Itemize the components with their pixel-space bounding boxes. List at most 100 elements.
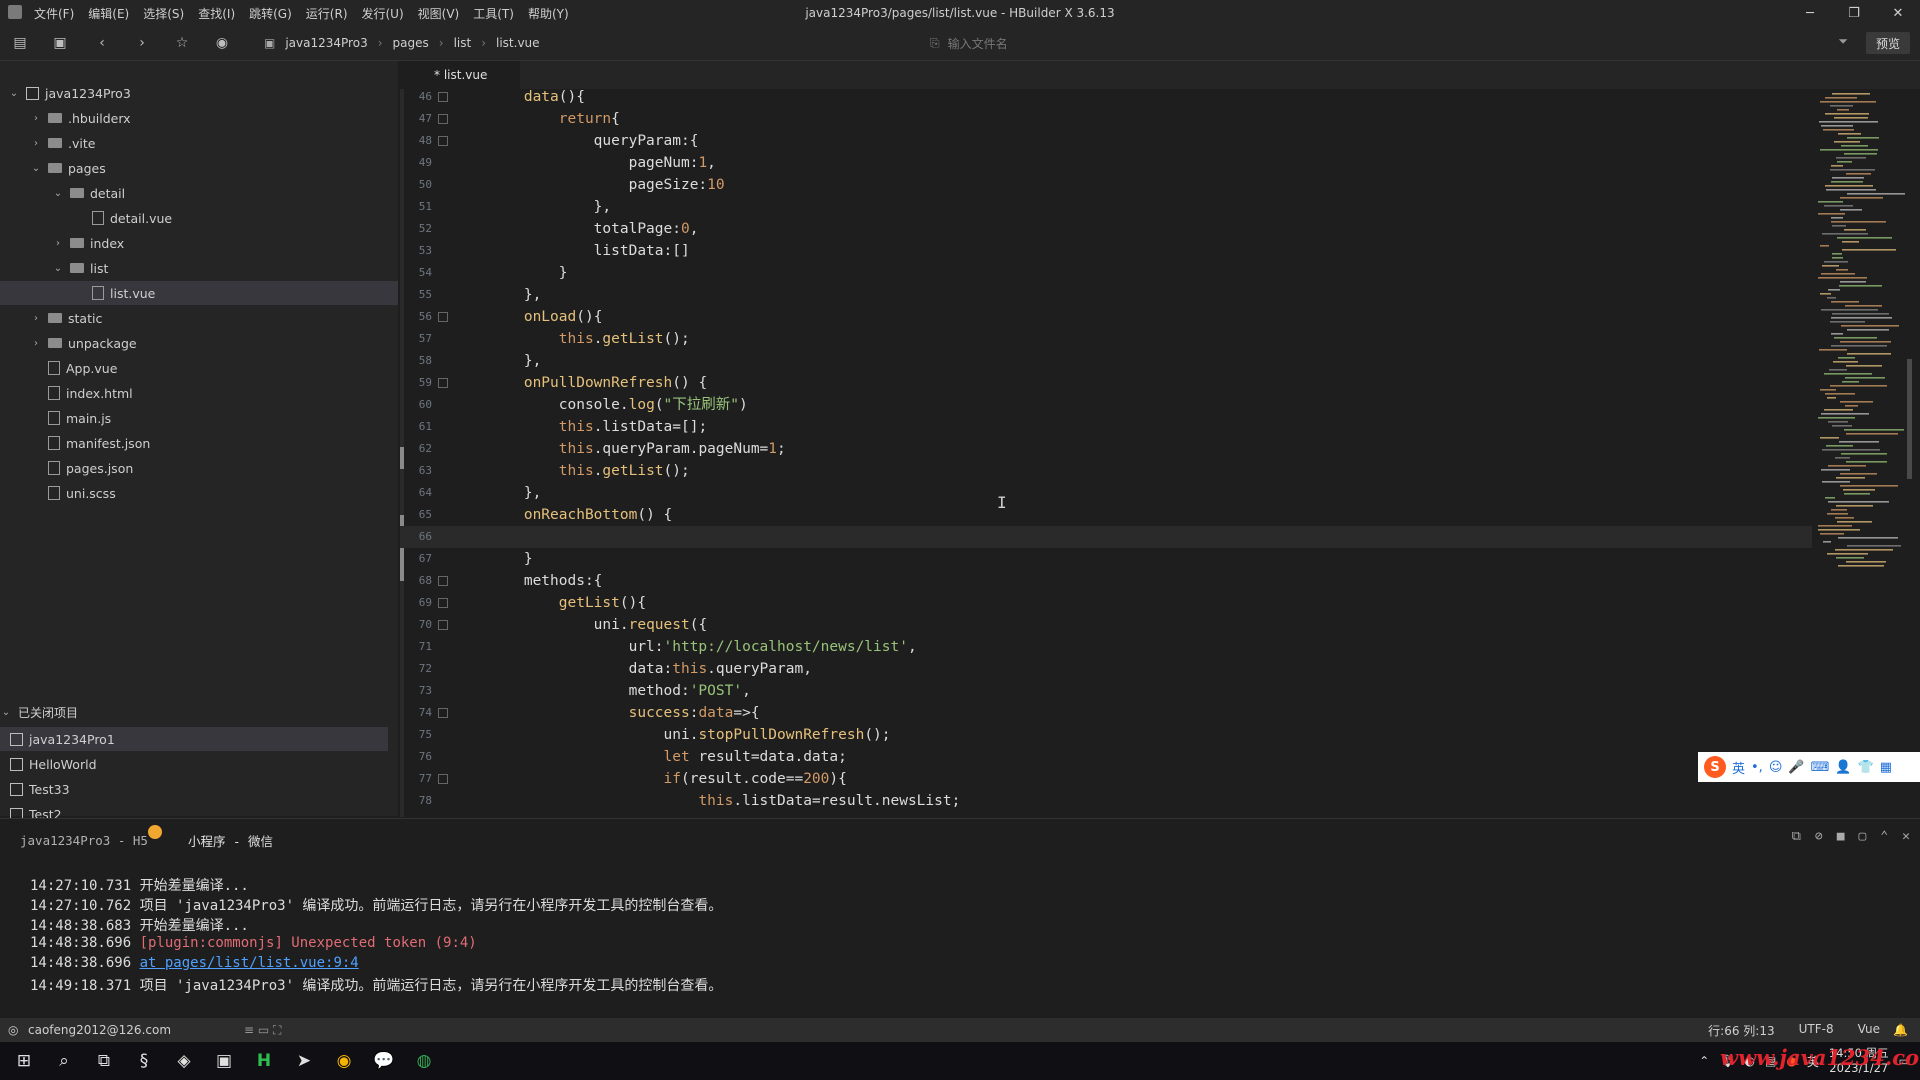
closed-project-item[interactable]: HelloWorld: [0, 752, 97, 776]
menu-item[interactable]: 工具(T): [473, 5, 514, 22]
run-icon[interactable]: ◉: [212, 33, 232, 53]
close-icon[interactable]: ✕: [1876, 0, 1920, 26]
status-user[interactable]: caofeng2012@126.com: [28, 1023, 171, 1037]
folder-item[interactable]: ⌄ pages: [30, 156, 106, 180]
grid-icon[interactable]: ▦: [1880, 760, 1892, 775]
back-arrow-icon[interactable]: ‹: [92, 33, 112, 53]
menu-item[interactable]: 发行(U): [362, 5, 404, 22]
fold-toggle-icon[interactable]: [438, 378, 448, 388]
fold-toggle-icon[interactable]: [438, 114, 448, 124]
emoji-icon[interactable]: ☺: [1769, 760, 1783, 775]
file-item[interactable]: index.html: [30, 381, 133, 405]
preview-button[interactable]: 预览: [1866, 32, 1910, 54]
user-icon[interactable]: 👤: [1835, 760, 1851, 775]
filter-icon[interactable]: ⏷: [1838, 34, 1848, 49]
log-line[interactable]: 14:48:38.696 at pages/list/list.vue:9:4: [30, 955, 359, 971]
fold-toggle-icon[interactable]: [438, 620, 448, 630]
project-item[interactable]: ⌄ java1234Pro3: [8, 81, 131, 105]
code-editor[interactable]: 46 data(){47 return{48 queryParam:{49 pa…: [400, 89, 1812, 817]
app-arrow-icon[interactable]: ➤: [284, 1042, 324, 1080]
file-item[interactable]: list.vue: [0, 281, 398, 305]
fold-toggle-icon[interactable]: [438, 136, 448, 146]
folder-item[interactable]: › .vite: [30, 131, 95, 155]
input-method-toolbar[interactable]: S 英 •, ☺ 🎤 ⌨ 👤 👕 ▦: [1698, 752, 1920, 782]
cursor-position[interactable]: 行:66 列:13: [1708, 1022, 1774, 1039]
vertical-scrollbar[interactable]: [1907, 359, 1912, 479]
menu-item[interactable]: 帮助(Y): [528, 5, 569, 22]
new-file-icon[interactable]: ▤: [10, 33, 30, 53]
folder-item[interactable]: ⌄ list: [52, 256, 109, 280]
notification-bell-icon[interactable]: 🔔: [1893, 1023, 1908, 1037]
list-icon[interactable]: ≡ ▭ ⛶: [244, 1023, 281, 1038]
restore-icon[interactable]: ❐: [1832, 0, 1876, 26]
maximize-panel-icon[interactable]: ▢: [1859, 829, 1867, 844]
microphone-icon[interactable]: 🎤: [1788, 760, 1804, 775]
wechat-icon[interactable]: 💬: [364, 1042, 404, 1080]
file-encoding[interactable]: UTF-8: [1799, 1022, 1834, 1039]
skin-icon[interactable]: 👕: [1858, 760, 1874, 775]
stop-icon[interactable]: ■: [1837, 829, 1845, 844]
search-icon[interactable]: ⌕: [44, 1042, 84, 1080]
fold-toggle-icon[interactable]: [438, 92, 448, 102]
save-icon[interactable]: ▣: [50, 33, 70, 53]
log-link-text[interactable]: at pages/list/list.vue:9:4: [140, 955, 359, 971]
file-explorer-icon[interactable]: ▣: [204, 1042, 244, 1080]
fold-toggle-icon[interactable]: [438, 598, 448, 608]
breadcrumb-item[interactable]: java1234Pro3: [285, 36, 367, 50]
file-item[interactable]: manifest.json: [30, 431, 150, 455]
close-panel-icon[interactable]: ✕: [1902, 829, 1910, 844]
chrome-icon[interactable]: ◉: [324, 1042, 364, 1080]
app-s-icon[interactable]: §: [124, 1042, 164, 1080]
fold-toggle-icon[interactable]: [438, 576, 448, 586]
menu-item[interactable]: 跳转(G): [249, 5, 292, 22]
breadcrumb-item[interactable]: list: [454, 36, 472, 50]
console-tab[interactable]: 小程序 - 微信: [168, 831, 293, 850]
breadcrumb-item[interactable]: pages: [393, 36, 429, 50]
browser-icon[interactable]: ◍: [404, 1042, 444, 1080]
menu-item[interactable]: 选择(S): [143, 5, 184, 22]
minimize-icon[interactable]: ─: [1788, 0, 1832, 26]
fold-toggle-icon[interactable]: [438, 774, 448, 784]
breadcrumb-item[interactable]: list.vue: [496, 36, 540, 50]
console-tab[interactable]: java1234Pro3 - H5: [0, 824, 168, 848]
closed-project-item[interactable]: Test33: [0, 777, 70, 801]
open-external-icon[interactable]: ⧉: [1792, 829, 1801, 844]
clear-icon[interactable]: ⊘: [1815, 829, 1823, 844]
menu-item[interactable]: 运行(R): [306, 5, 348, 22]
fold-toggle-icon[interactable]: [438, 708, 448, 718]
task-view-icon[interactable]: ⧉: [84, 1042, 124, 1080]
menu-item[interactable]: 视图(V): [418, 5, 460, 22]
tray-chevron-icon[interactable]: ⌃: [1699, 1054, 1709, 1068]
tab-list-vue[interactable]: * list.vue: [400, 61, 520, 89]
folder-item[interactable]: › index: [52, 231, 124, 255]
menu-item[interactable]: 文件(F): [34, 5, 74, 22]
file-item[interactable]: main.js: [30, 406, 111, 430]
ime-language[interactable]: 英: [1732, 758, 1745, 777]
folder-item[interactable]: › static: [30, 306, 102, 330]
closed-projects-header[interactable]: ⌄ 已关闭项目: [0, 701, 398, 723]
fold-toggle-icon[interactable]: [438, 312, 448, 322]
tree-item-label: index: [90, 235, 125, 251]
forward-arrow-icon[interactable]: ›: [132, 33, 152, 53]
file-item[interactable]: App.vue: [30, 356, 117, 380]
keyboard-icon[interactable]: ⌨: [1811, 760, 1830, 775]
file-item[interactable]: detail.vue: [74, 206, 172, 230]
folder-item[interactable]: ⌄ detail: [52, 181, 125, 205]
app-recorder-icon[interactable]: ◈: [164, 1042, 204, 1080]
file-item[interactable]: uni.scss: [30, 481, 116, 505]
file-item[interactable]: pages.json: [30, 456, 133, 480]
account-icon[interactable]: ◎: [8, 1023, 18, 1037]
chevron-up-icon[interactable]: ⌃: [1880, 829, 1888, 844]
folder-item[interactable]: › unpackage: [30, 331, 137, 355]
punctuation-icon[interactable]: •,: [1751, 760, 1763, 775]
minimap[interactable]: [1812, 89, 1912, 817]
folder-item[interactable]: › .hbuilderx: [30, 106, 131, 130]
windows-start-icon[interactable]: ⊞: [4, 1042, 44, 1080]
menu-item[interactable]: 查找(I): [198, 5, 235, 22]
file-search-input[interactable]: ⎘ 输入文件名: [930, 33, 1230, 53]
language-mode[interactable]: Vue: [1858, 1022, 1880, 1039]
menu-item[interactable]: 编辑(E): [88, 5, 129, 22]
star-icon[interactable]: ☆: [172, 33, 192, 53]
closed-project-item[interactable]: java1234Pro1: [0, 727, 388, 751]
hbuilder-task-icon[interactable]: H: [244, 1042, 284, 1080]
